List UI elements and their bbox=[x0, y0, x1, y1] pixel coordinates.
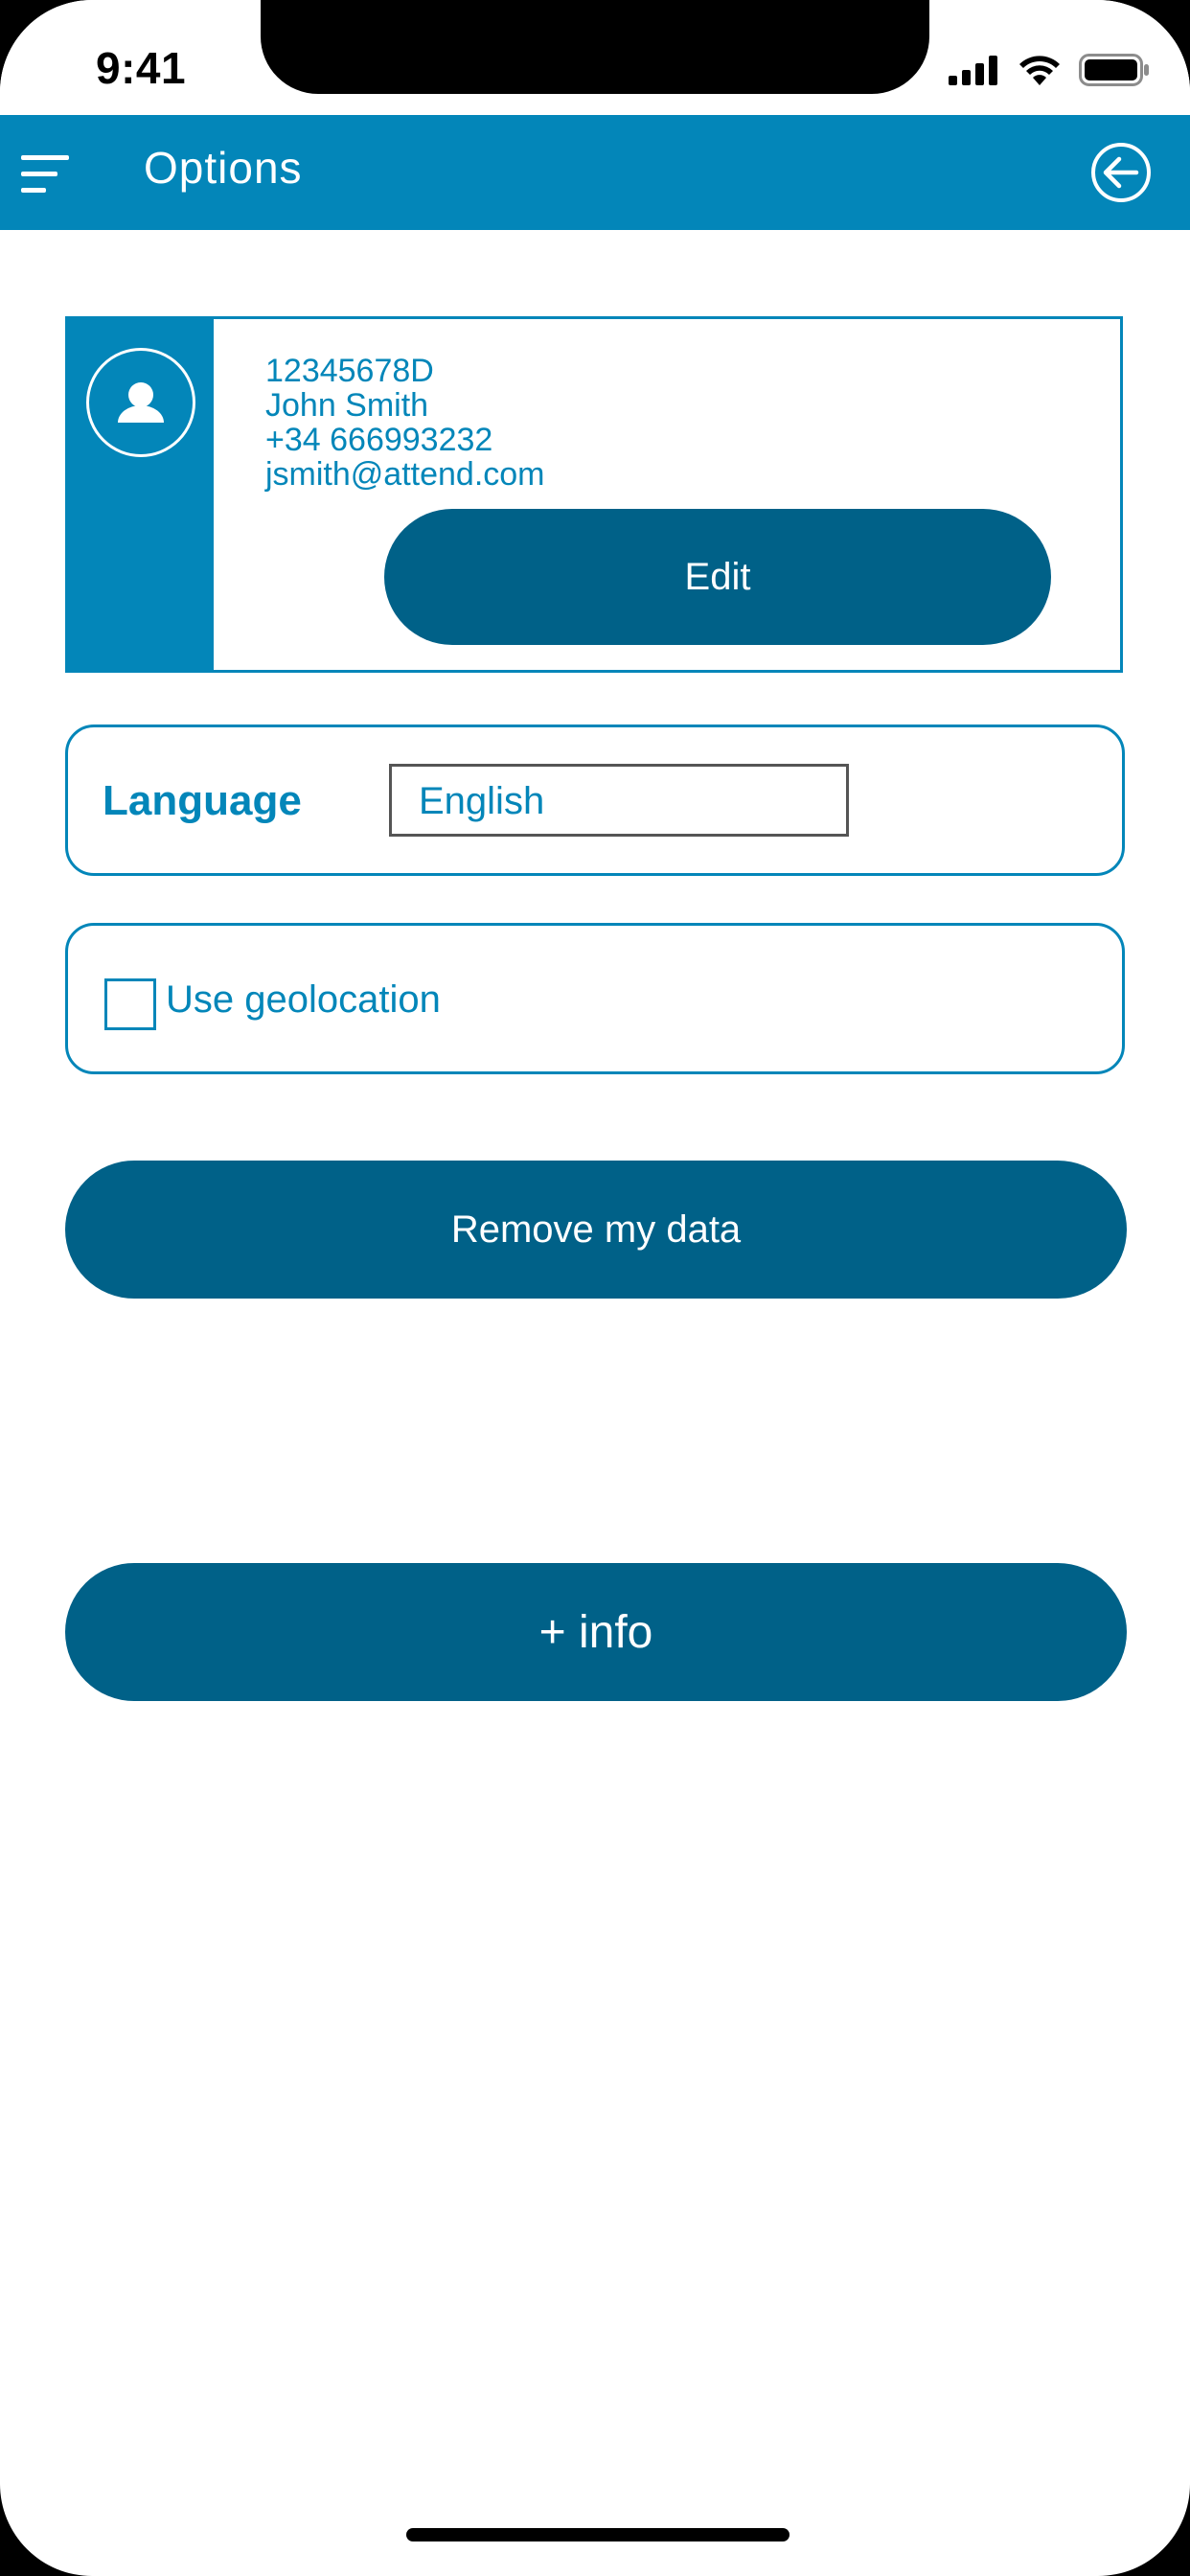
edit-profile-button[interactable]: Edit bbox=[384, 509, 1051, 645]
profile-phone: +34 666993232 bbox=[265, 422, 493, 458]
home-indicator[interactable] bbox=[406, 2528, 790, 2542]
status-icons bbox=[949, 54, 1150, 91]
wifi-icon bbox=[1018, 54, 1062, 91]
profile-card: 12345678D John Smith +34 666993232 jsmit… bbox=[65, 316, 1123, 673]
profile-id: 12345678D bbox=[265, 353, 434, 389]
geolocation-checkbox[interactable] bbox=[104, 978, 156, 1030]
profile-sidebar bbox=[68, 319, 214, 670]
more-info-button[interactable]: + info bbox=[65, 1563, 1127, 1701]
device-notch bbox=[261, 0, 929, 94]
language-label: Language bbox=[103, 777, 302, 824]
remove-data-button[interactable]: Remove my data bbox=[65, 1161, 1127, 1299]
profile-name: John Smith bbox=[265, 387, 429, 424]
phone-screen: 9:41 Options 12345678D John Smith +34 66… bbox=[0, 0, 1190, 2576]
app-header: Options bbox=[0, 115, 1190, 230]
cellular-signal-icon bbox=[949, 55, 1000, 90]
language-option: Language English bbox=[65, 724, 1125, 876]
user-avatar-icon bbox=[86, 348, 195, 457]
status-bar: 9:41 bbox=[0, 0, 1190, 115]
back-arrow-circle-icon[interactable] bbox=[1090, 142, 1152, 203]
geolocation-option: Use geolocation bbox=[65, 923, 1125, 1074]
geolocation-label[interactable]: Use geolocation bbox=[166, 978, 441, 1022]
language-select[interactable]: English bbox=[389, 764, 849, 837]
profile-email: jsmith@attend.com bbox=[265, 456, 545, 493]
status-time: 9:41 bbox=[96, 43, 187, 93]
battery-icon bbox=[1079, 54, 1150, 91]
profile-details: 12345678D John Smith +34 666993232 jsmit… bbox=[265, 354, 545, 492]
page-title: Options bbox=[144, 143, 303, 193]
hamburger-menu-icon[interactable] bbox=[21, 153, 69, 194]
